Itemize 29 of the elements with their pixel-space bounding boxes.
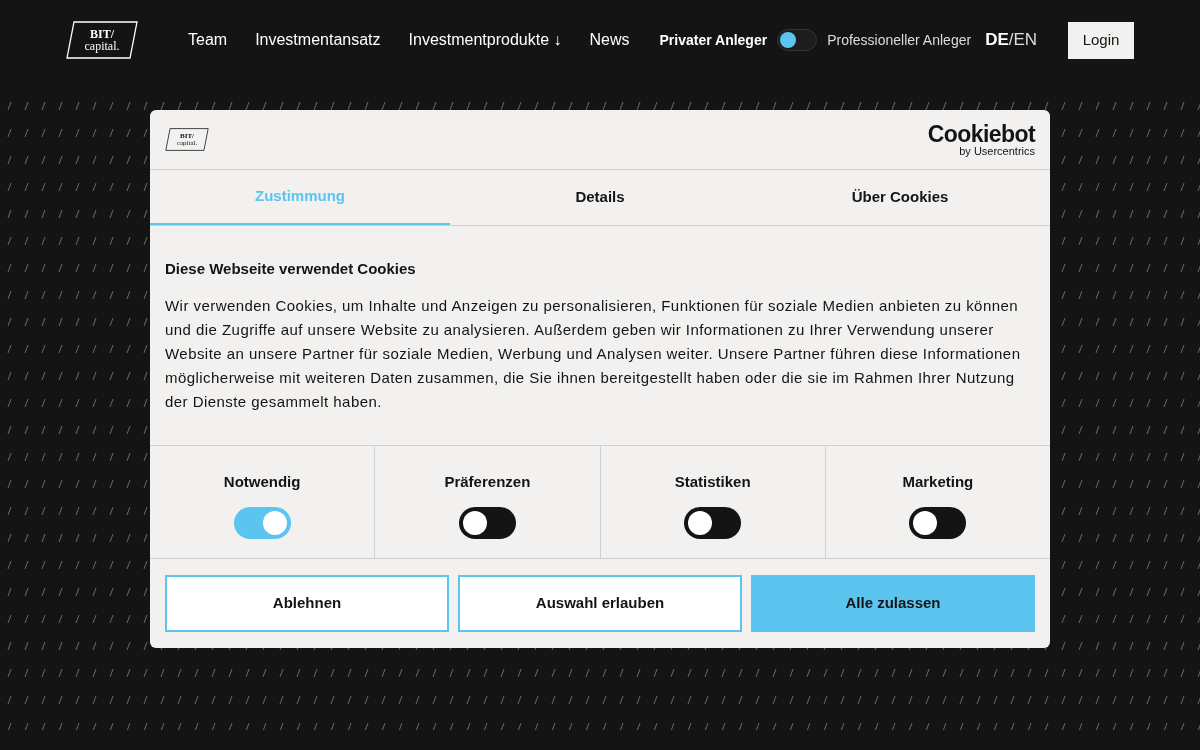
consent-button[interactable]: Auswahl erlauben <box>458 574 742 632</box>
dialog-title: Diese Webseite verwendet Cookies <box>165 259 417 279</box>
nav-link[interactable]: Investmentansatz <box>255 28 381 52</box>
dialog-tab[interactable]: Details <box>450 170 750 225</box>
category-label: Marketing <box>902 471 974 492</box>
nav-link[interactable]: News <box>589 28 630 52</box>
language-link[interactable]: EN <box>1013 27 1038 53</box>
category-label: Statistiken <box>674 471 751 492</box>
login-button[interactable]: Login <box>1068 21 1134 59</box>
dialog-text: Wir verwenden Cookies, um Inhalte und Anzeigen zu personalisieren, Funktionen für soziale Medien anbieten zu können und die Zugriffe auf unsere Website zu analysieren. Außerdem geben wir Informationen zu Ihrer Verwendung unserer Website an unsere Partner für soziale Medien, Werbung und Analysen weiter. Unsere Partner führen diese Informationen möglicherweise mit weiteren Daten zusammen, die Sie ihnen bereitgestellt haben oder die sie im Rahmen Ihrer Nutzung der Dienste gesammelt haben. <box>165 295 1022 412</box>
logo[interactable]: BIT/ capital. <box>66 21 138 59</box>
language-separator: / <box>1008 29 1014 52</box>
consent-button[interactable]: Alle zulassen <box>751 574 1035 632</box>
audience-option[interactable]: Professioneller Anleger <box>827 29 972 51</box>
nav-link[interactable]: Investmentprodukte ↓ <box>408 28 562 52</box>
dialog-tab[interactable]: Über Cookies <box>750 170 1050 225</box>
provider-byline: by Usercentrics <box>959 145 1035 157</box>
category-toggle[interactable] <box>909 507 967 539</box>
provider-logo: Cookiebot <box>927 122 1035 146</box>
consent-button[interactable]: Ablehnen <box>165 574 449 632</box>
category-toggle[interactable] <box>458 507 516 539</box>
audience-option[interactable]: Privater Anleger <box>659 29 768 51</box>
language-link[interactable]: DE <box>985 27 1009 53</box>
nav-link[interactable]: Team <box>188 28 228 52</box>
audience-toggle[interactable] <box>777 29 818 51</box>
category-label: Präferenzen <box>444 471 531 492</box>
category-toggle[interactable] <box>233 507 291 539</box>
category-label: Notwendig <box>223 471 301 492</box>
category-toggle[interactable] <box>684 507 742 539</box>
